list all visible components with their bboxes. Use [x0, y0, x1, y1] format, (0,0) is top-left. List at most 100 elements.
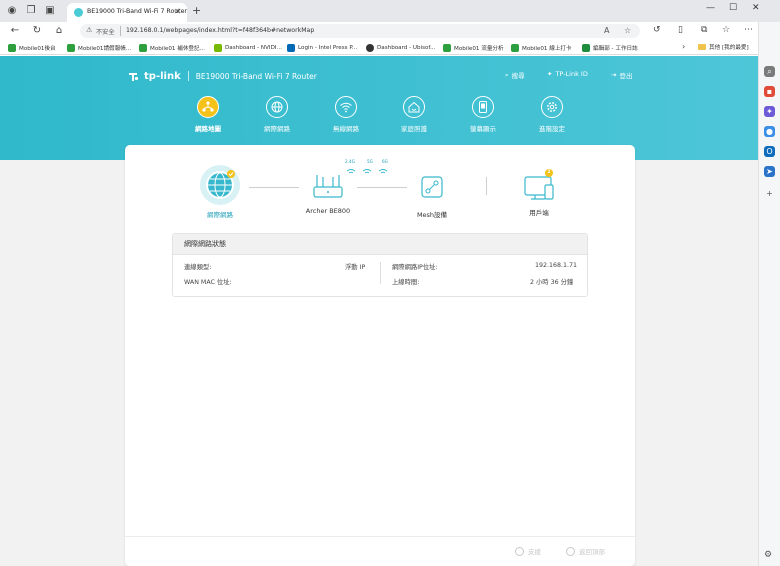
connection-type-label: 連線類型:: [184, 264, 212, 271]
mobile01-icon: [443, 44, 451, 52]
bookmark-item[interactable]: Login - Intel Press P...: [287, 43, 357, 53]
logout-label: 登出: [619, 72, 633, 80]
add-icon[interactable]: +: [764, 188, 775, 199]
brand-name: tp-link: [144, 70, 181, 82]
logout-icon: ⇥: [611, 71, 617, 79]
folder-label: 其他 [我的最愛]: [709, 45, 749, 51]
outlook-icon[interactable]: O: [764, 146, 775, 157]
search-icon[interactable]: ⌕: [764, 66, 775, 77]
send-icon[interactable]: ➤: [764, 166, 775, 177]
games-icon[interactable]: ●: [764, 126, 775, 137]
sidebar-settings-icon[interactable]: ⚙: [764, 550, 772, 560]
favorite-star-icon[interactable]: ☆: [624, 26, 631, 35]
bookmark-item[interactable]: Mobile01 線上打卡: [511, 43, 572, 53]
card-footer: 支援 返回頂部: [125, 536, 635, 566]
extension-icon[interactable]: ↺: [653, 25, 661, 35]
read-aloud-icon[interactable]: A: [604, 26, 609, 35]
nav-screen[interactable]: 螢幕顯示: [453, 96, 513, 133]
topology-mesh-node[interactable]: Mesh設備: [407, 171, 457, 219]
maximize-icon[interactable]: ☐: [729, 3, 737, 13]
nav-advanced[interactable]: 進階設定: [522, 96, 582, 133]
status-panel-title: 網際網路狀態: [173, 234, 587, 255]
nav-network-map[interactable]: 網路地圖: [178, 96, 238, 133]
mobile01-icon: [139, 44, 147, 52]
tplink-id-icon: ✦: [547, 70, 553, 78]
tools-icon[interactable]: ✦: [764, 106, 775, 117]
insecure-label[interactable]: 不安全: [96, 27, 115, 36]
bookmark-item[interactable]: Mobile01後台: [8, 43, 56, 53]
refresh-icon[interactable]: ↻: [31, 25, 43, 36]
tplink-logo[interactable]: tp-link BE19000 Tri-Band Wi-Fi 7 Router: [126, 69, 317, 83]
tplink-logo-icon: [126, 69, 140, 83]
minimize-icon[interactable]: —: [706, 3, 715, 13]
nav-internet[interactable]: 網際網路: [247, 96, 307, 133]
router-icon: [313, 169, 388, 198]
bookmark-item[interactable]: 編輯部 - 工作日誌: [582, 43, 638, 53]
ubisoft-icon: [366, 44, 374, 52]
topology-internet-node[interactable]: 網際網路: [195, 165, 245, 219]
connector-line: [249, 187, 299, 188]
nav-home-care[interactable]: 家庭照護: [384, 96, 444, 133]
bookmark-item[interactable]: Dashboard - NVIDI...: [214, 43, 282, 53]
url-bar[interactable]: ⚠ 不安全 192.168.0.1/webpages/index.html?t=…: [80, 24, 640, 38]
url-text[interactable]: 192.168.0.1/webpages/index.html?t=f48f36…: [126, 27, 314, 34]
bookmark-item[interactable]: Mobile01 補休登記...: [139, 43, 205, 53]
mesh-icon: [421, 176, 443, 198]
bookmark-item[interactable]: Dashboard - Ubisof...: [366, 43, 435, 53]
clients-count-badge: 2: [547, 169, 551, 175]
nav-wireless[interactable]: 無線網路: [316, 96, 376, 133]
nav-label: 網際網路: [264, 125, 290, 133]
back-icon[interactable]: ←: [9, 25, 21, 36]
search-icon: ⌕: [505, 70, 509, 79]
sheets-icon: [582, 44, 590, 52]
tplink-id-link[interactable]: ✦ TP-Link ID: [547, 70, 588, 78]
bookmark-label: Mobile01 流量分析: [454, 46, 504, 52]
nav-label: 無線網路: [333, 125, 359, 133]
wan-mac-label: WAN MAC 位址:: [184, 279, 232, 286]
nav-label: 網路地圖: [195, 125, 221, 133]
profile-icon[interactable]: ◉: [6, 5, 18, 17]
home-icon[interactable]: ⌂: [53, 25, 65, 36]
bookmark-label: Dashboard - Ubisof...: [377, 45, 436, 51]
browser-tab-active[interactable]: BE19000 Tri-Band Wi-Fi 7 Router ✕: [67, 3, 187, 22]
router-model-title: BE19000 Tri-Band Wi-Fi 7 Router: [195, 71, 317, 81]
topology-clients-node[interactable]: 2 用戶端: [513, 167, 565, 217]
browser-tab-bar: ◉ ❐ ▣ BE19000 Tri-Band Wi-Fi 7 Router ✕ …: [0, 0, 780, 22]
headset-icon: [515, 546, 524, 556]
close-window-icon[interactable]: ✕: [752, 3, 760, 13]
support-label: 支援: [528, 548, 541, 556]
chevron-right-icon[interactable]: ›: [682, 42, 685, 51]
network-map-icon: [197, 96, 219, 118]
globe-icon: [266, 96, 288, 118]
status-divider: [380, 262, 381, 284]
close-tab-icon[interactable]: ✕: [174, 7, 181, 16]
tab-title: BE19000 Tri-Band Wi-Fi 7 Router: [87, 8, 187, 15]
connection-type-value: 浮動 IP: [345, 264, 366, 271]
workspaces-icon[interactable]: ❐: [25, 5, 37, 17]
logo-divider: [187, 71, 189, 81]
new-tab-icon[interactable]: +: [192, 4, 201, 17]
tab-actions-icon[interactable]: ▣: [44, 5, 56, 17]
browser-sidebar: ⌕ ▪ ✦ ● O ➤ +: [758, 22, 780, 566]
uptime-value: 2 小時 36 分鐘: [530, 279, 574, 286]
bookmark-item[interactable]: Mobile01 流量分析: [443, 43, 504, 53]
back-to-top-link[interactable]: 返回頂部: [566, 546, 605, 556]
collections-icon[interactable]: ⧉: [701, 25, 707, 35]
address-toolbar: ← ↻ ⌂ ⚠ 不安全 192.168.0.1/webpages/index.h…: [0, 22, 780, 40]
mobile01-icon: [8, 44, 16, 52]
topology-router-node[interactable]: 2.4G 5G 6G Archer BE800: [303, 159, 388, 215]
tplink-favicon-icon: [74, 8, 83, 17]
split-screen-icon[interactable]: ▯: [678, 25, 683, 35]
other-favorites-folder[interactable]: 其他 [我的最愛]: [698, 43, 749, 51]
favorites-icon[interactable]: ☆: [722, 25, 730, 35]
logout-link[interactable]: ⇥ 登出: [611, 70, 632, 80]
warning-icon[interactable]: ⚠: [86, 26, 92, 34]
shopping-icon[interactable]: ▪: [764, 86, 775, 97]
mobile01-icon: [511, 44, 519, 52]
bookmark-item[interactable]: Mobile01請假報帳...: [67, 43, 131, 53]
mobile01-icon: [67, 44, 75, 52]
internet-ip-value: 192.168.1.71: [535, 262, 578, 269]
more-menu-icon[interactable]: ⋯: [744, 25, 753, 35]
search-link[interactable]: ⌕ 搜尋: [505, 70, 525, 81]
support-link[interactable]: 支援: [515, 546, 541, 556]
